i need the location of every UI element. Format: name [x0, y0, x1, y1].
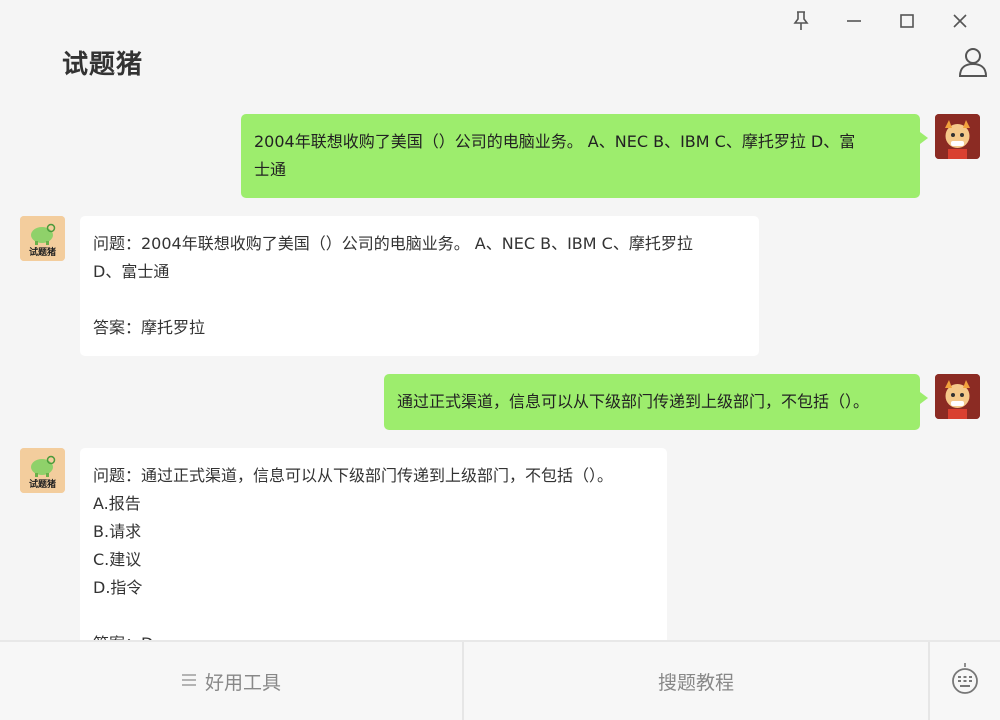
bot-avatar: 试题猪 [20, 448, 65, 493]
bottom-toolbar: 好用工具 搜题教程 [0, 640, 1000, 720]
close-icon[interactable] [933, 8, 986, 34]
maximize-icon[interactable] [880, 8, 933, 34]
message-line: B.请求 [93, 522, 142, 541]
message-line [93, 602, 654, 630]
svg-text:试题猪: 试题猪 [29, 246, 56, 258]
message-line: 问题：通过正式渠道，信息可以从下级部门传递到上级部门，不包括（）。 [93, 466, 614, 485]
user-message-bubble[interactable]: 通过正式渠道，信息可以从下级部门传递到上级部门，不包括（）。 [384, 374, 928, 430]
message-line: D.指令 [93, 578, 143, 597]
message-line: 2004年联想收购了美国（）公司的电脑业务。 A、NEC B、IBM C、摩托罗… [254, 132, 856, 151]
keyboard-toggle[interactable] [930, 642, 1000, 720]
menu-icon [181, 670, 197, 692]
user-avatar [935, 114, 980, 159]
user-message-bubble[interactable]: 2004年联想收购了美国（）公司的电脑业务。 A、NEC B、IBM C、摩托罗… [241, 114, 928, 198]
message-line: 答案：摩托罗拉 [93, 318, 206, 337]
message-line: C.建议 [93, 550, 142, 569]
message-line: 通过正式渠道，信息可以从下级部门传递到上级部门，不包括（）。 [397, 392, 870, 411]
chat-area: 2004年联想收购了美国（）公司的电脑业务。 A、NEC B、IBM C、摩托罗… [0, 0, 1000, 640]
user-avatar [935, 374, 980, 419]
app-title: 试题猪 [62, 50, 144, 80]
message-line: 问题：2004年联想收购了美国（）公司的电脑业务。 A、NEC B、IBM C、… [93, 234, 693, 253]
tutorial-label: 搜题教程 [657, 671, 734, 694]
bot-message-bubble[interactable]: 问题：2004年联想收购了美国（）公司的电脑业务。 A、NEC B、IBM C、… [80, 216, 759, 356]
user-profile-icon[interactable] [958, 46, 988, 78]
keyboard-icon [950, 662, 980, 701]
svg-text:试题猪: 试题猪 [29, 478, 56, 490]
message-line [93, 286, 746, 314]
tools-button[interactable]: 好用工具 [0, 642, 464, 720]
bot-avatar: 试题猪 [20, 216, 65, 261]
message-line: D、富士通 [93, 262, 170, 281]
bot-message-bubble[interactable]: 问题：通过正式渠道，信息可以从下级部门传递到上级部门，不包括（）。 A.报告 B… [80, 448, 667, 640]
message-line: 士通 [254, 160, 287, 179]
message-line: 答案：D [93, 630, 654, 640]
window-controls [774, 8, 986, 34]
minimize-icon[interactable] [827, 8, 880, 34]
tools-label: 好用工具 [204, 671, 281, 694]
message-line: A.报告 [93, 494, 141, 513]
pin-icon[interactable] [774, 8, 827, 34]
tutorial-button[interactable]: 搜题教程 [464, 642, 930, 720]
